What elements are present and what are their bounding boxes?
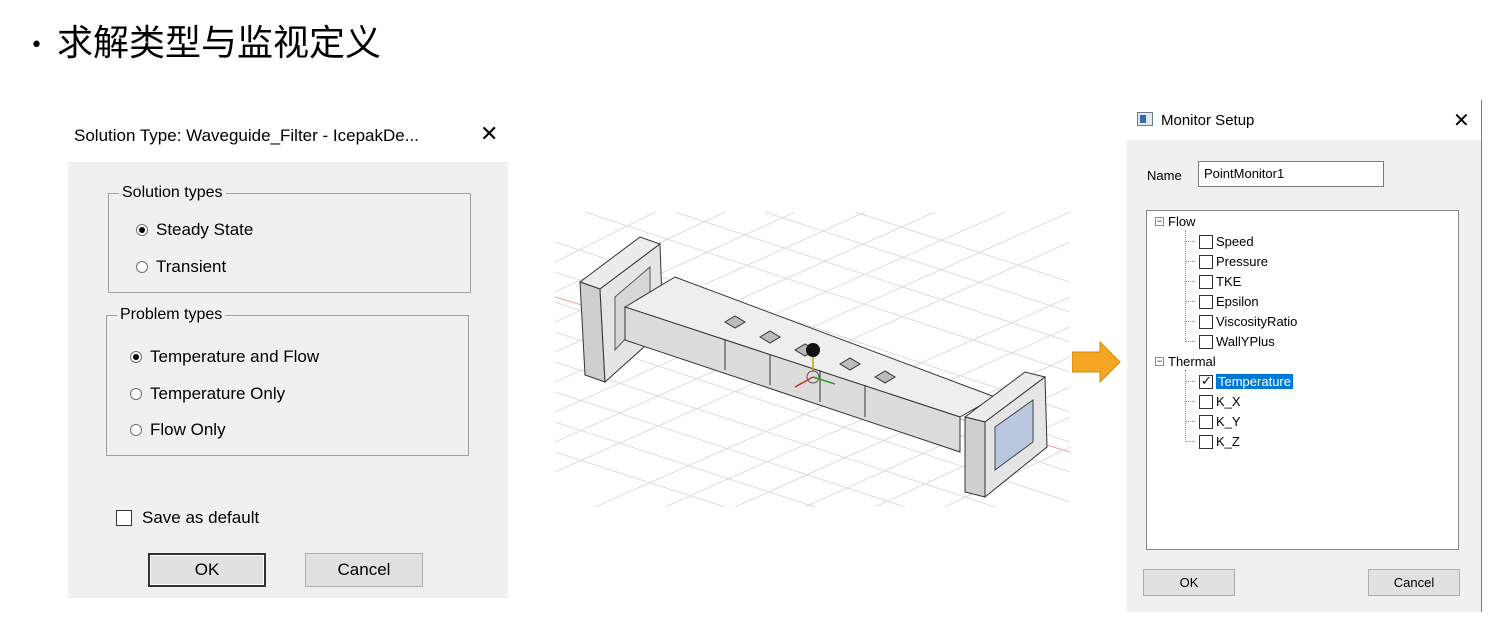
name-label: Name xyxy=(1147,168,1182,183)
radio-steady-state[interactable]: Steady State xyxy=(136,220,253,240)
tree-item-temperature[interactable]: Temperature xyxy=(1199,373,1293,389)
tree-item-label: TKE xyxy=(1216,274,1242,289)
checkbox-icon[interactable] xyxy=(1199,254,1213,269)
checkbox-icon[interactable] xyxy=(1199,234,1213,249)
tree-item-k-x[interactable]: K_X xyxy=(1199,394,1241,409)
checkbox-label: Save as default xyxy=(142,508,260,527)
title-bar: Monitor Setup ✕ xyxy=(1127,100,1481,140)
tree-item-label: Epsilon xyxy=(1216,294,1259,309)
tree-item-tke[interactable]: TKE xyxy=(1199,274,1241,289)
checkbox-icon[interactable] xyxy=(1199,334,1213,349)
tree-item-label: WallYPlus xyxy=(1216,334,1275,349)
radio-icon xyxy=(136,261,148,273)
tree-node-label: Thermal xyxy=(1168,354,1216,369)
radio-temperature-only[interactable]: Temperature Only xyxy=(130,384,285,404)
radio-label: Flow Only xyxy=(150,420,226,439)
radio-icon xyxy=(130,388,142,400)
tree-item-viscosity-ratio[interactable]: ViscosityRatio xyxy=(1199,314,1297,329)
radio-label: Steady State xyxy=(156,220,254,239)
radio-label: Temperature Only xyxy=(150,384,286,403)
monitor-setup-dialog: Monitor Setup ✕ Name PointMonitor1 − Flo… xyxy=(1127,100,1482,612)
checkbox-icon xyxy=(116,510,132,526)
monitor-quantity-tree[interactable]: − Flow Speed Pressure TKE Epsilon Viscos… xyxy=(1146,210,1459,550)
tree-item-wall-y-plus[interactable]: WallYPlus xyxy=(1199,334,1275,349)
dialog-title: Monitor Setup xyxy=(1161,112,1255,129)
checkbox-icon[interactable] xyxy=(1199,314,1213,329)
tree-item-epsilon[interactable]: Epsilon xyxy=(1199,294,1259,309)
tree-node-flow[interactable]: − Flow xyxy=(1155,214,1195,229)
save-as-default-checkbox[interactable]: Save as default xyxy=(116,508,259,528)
tree-item-label: K_Y xyxy=(1216,414,1241,429)
model-view xyxy=(555,212,1070,507)
checkbox-icon[interactable] xyxy=(1199,294,1213,309)
radio-label: Transient xyxy=(156,257,227,276)
checkbox-icon[interactable] xyxy=(1199,414,1213,429)
radio-flow-only[interactable]: Flow Only xyxy=(130,420,226,440)
bullet-icon: • xyxy=(30,32,43,58)
tree-node-label: Flow xyxy=(1168,214,1196,229)
tree-item-speed[interactable]: Speed xyxy=(1199,234,1254,249)
tree-item-label: Temperature xyxy=(1216,374,1293,389)
close-icon[interactable]: ✕ xyxy=(480,122,498,147)
window-icon xyxy=(1137,112,1153,126)
radio-transient[interactable]: Transient xyxy=(136,257,226,277)
dialog-body: Solution types Steady State Transient Pr… xyxy=(68,162,508,598)
radio-temperature-and-flow[interactable]: Temperature and Flow xyxy=(130,347,319,367)
cancel-button[interactable]: Cancel xyxy=(305,553,423,587)
solution-type-dialog: Solution Type: Waveguide_Filter - Icepak… xyxy=(68,118,508,598)
heading-text: 求解类型与监视定义 xyxy=(56,23,381,64)
ok-button[interactable]: OK xyxy=(1143,569,1235,596)
cancel-button[interactable]: Cancel xyxy=(1368,569,1460,596)
name-input[interactable]: PointMonitor1 xyxy=(1198,161,1384,187)
radio-selected-icon xyxy=(136,224,148,236)
collapse-icon[interactable]: − xyxy=(1155,357,1164,366)
tree-node-thermal[interactable]: − Thermal xyxy=(1155,354,1216,369)
close-icon[interactable]: ✕ xyxy=(1453,108,1470,132)
tree-item-pressure[interactable]: Pressure xyxy=(1199,254,1268,269)
ok-button[interactable]: OK xyxy=(148,553,266,587)
tree-item-k-z[interactable]: K_Z xyxy=(1199,434,1240,449)
tree-item-label: K_X xyxy=(1216,394,1241,409)
checkbox-checked-icon[interactable] xyxy=(1199,373,1213,389)
tree-item-label: ViscosityRatio xyxy=(1216,314,1298,329)
slide-heading: • 求解类型与监视定义 xyxy=(30,14,381,66)
checkbox-icon[interactable] xyxy=(1199,434,1213,449)
tree-item-k-y[interactable]: K_Y xyxy=(1199,414,1241,429)
tree-item-label: Speed xyxy=(1216,234,1254,249)
checkbox-icon[interactable] xyxy=(1199,394,1213,409)
radio-selected-icon xyxy=(130,351,142,363)
radio-label: Temperature and Flow xyxy=(150,347,320,366)
right-arrow-icon xyxy=(1072,340,1121,384)
group-legend: Problem types xyxy=(120,306,223,323)
checkbox-icon[interactable] xyxy=(1199,274,1213,289)
tree-item-label: Pressure xyxy=(1216,254,1269,269)
radio-icon xyxy=(130,424,142,436)
collapse-icon[interactable]: − xyxy=(1155,217,1164,226)
tree-item-label: K_Z xyxy=(1216,434,1240,449)
dialog-title: Solution Type: Waveguide_Filter - Icepak… xyxy=(74,126,419,145)
group-legend: Solution types xyxy=(122,184,223,201)
